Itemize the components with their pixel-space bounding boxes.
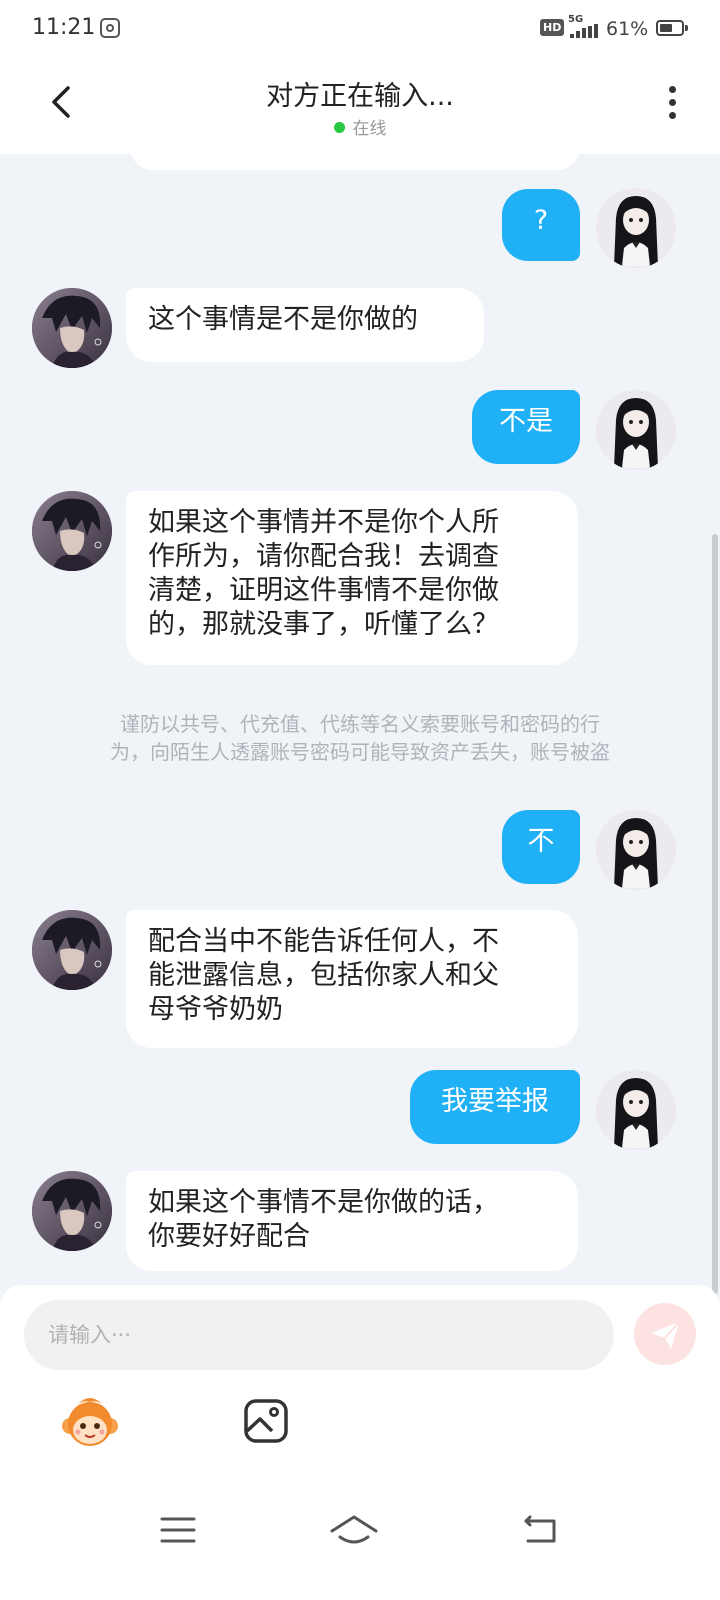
message-line: 清楚，证明这件事情不是你做 [148,575,499,606]
contact-avatar[interactable] [32,1171,112,1251]
signal-icon [570,24,600,38]
chat-header: 对方正在输入... 在线 [0,58,720,154]
status-bar: 11:21 HD 5G 61% [0,0,720,58]
my-avatar[interactable] [596,390,676,470]
hd-icon: HD [540,19,565,36]
chat-title: 对方正在输入... [266,81,454,112]
message-line: 母爷爷奶奶 [148,994,283,1025]
incoming-message[interactable]: 配合当中不能告诉任何人，不 能泄露信息，包括你家人和父 母爷爷奶奶 [126,910,578,1048]
online-status: 在线 [0,114,720,139]
online-status-text: 在线 [352,119,387,139]
message-line: 的，那就没事了，听懂了么？ [148,609,499,640]
outgoing-message[interactable]: 不是 [472,390,580,464]
contact-avatar[interactable] [32,910,112,990]
return-icon [524,1515,556,1543]
message-line: 如果这个事情不是你做的话， [148,1187,499,1218]
outgoing-message[interactable]: 不 [502,810,580,884]
notice-line: 谨防以共号、代充值、代练等名义索要账号和密码的行 [120,712,600,736]
menu-icon [160,1517,196,1543]
app-notification-icon [100,18,120,38]
system-nav-bar [0,1485,720,1600]
composer [0,1285,720,1485]
battery-icon [656,20,684,36]
more-dot [668,112,676,119]
incoming-message[interactable]: 如果这个事情不是你做的话， 你要好好配合 [126,1171,578,1271]
message-line: 配合当中不能告诉任何人，不 [148,926,499,957]
battery-tip [685,25,688,31]
avatar-image [596,390,676,470]
nav-menu-button[interactable] [148,1505,208,1555]
security-notice: 谨防以共号、代充值、代练等名义索要账号和密码的行 为，向陌生人透露账号密码可能导… [50,710,670,766]
my-avatar[interactable] [596,810,676,890]
incoming-message[interactable]: 这个事情是不是你做的 [126,288,484,362]
previous-message-bubble [130,154,580,170]
my-avatar[interactable] [596,1070,676,1150]
avatar-image [596,188,676,268]
notice-line: 为，向陌生人透露账号密码可能导致资产丢失，账号被盗 [110,740,610,764]
image-icon [244,1399,288,1443]
outgoing-message[interactable]: ? [502,189,580,261]
avatar-image [596,810,676,890]
image-picker-button[interactable] [242,1397,290,1445]
avatar-image [32,910,112,990]
contact-avatar[interactable] [32,288,112,368]
avatar-image [32,1171,112,1251]
avatar-image [32,491,112,571]
paper-plane-icon [651,1321,680,1349]
message-input[interactable] [24,1300,614,1370]
more-options-button[interactable] [660,86,684,126]
avatar-image [32,288,112,368]
incoming-message[interactable]: 如果这个事情并不是你个人所 作所为，请你配合我！去调查 清楚，证明这件事情不是你… [126,491,578,665]
avatar-image [596,1070,676,1150]
outgoing-message[interactable]: 我要举报 [410,1070,580,1144]
scrollbar[interactable] [712,534,718,1294]
message-line: 能泄露信息，包括你家人和父 [148,960,499,991]
message-line: 你要好好配合 [148,1221,310,1252]
message-list[interactable]: ? 这个事情是不是你做的 不是 如果这个事情并不是你个人所 作所为，请你配合我！… [0,154,720,1300]
monkey-emoji-icon [62,1398,118,1446]
nav-home-button[interactable] [324,1505,384,1555]
emoji-button[interactable] [58,1390,122,1454]
contact-avatar[interactable] [32,491,112,571]
message-line: 作所为，请你配合我！去调查 [148,541,499,572]
more-vertical-icon [668,86,676,93]
nav-back-button[interactable] [510,1505,570,1555]
home-icon [330,1515,378,1544]
battery-percent: 61% [606,18,649,40]
send-button[interactable] [634,1303,696,1365]
my-avatar[interactable] [596,188,676,268]
status-time: 11:21 [32,15,96,40]
more-dot [668,99,676,106]
online-dot-icon [333,121,345,133]
message-line: 如果这个事情并不是你个人所 [148,507,499,538]
